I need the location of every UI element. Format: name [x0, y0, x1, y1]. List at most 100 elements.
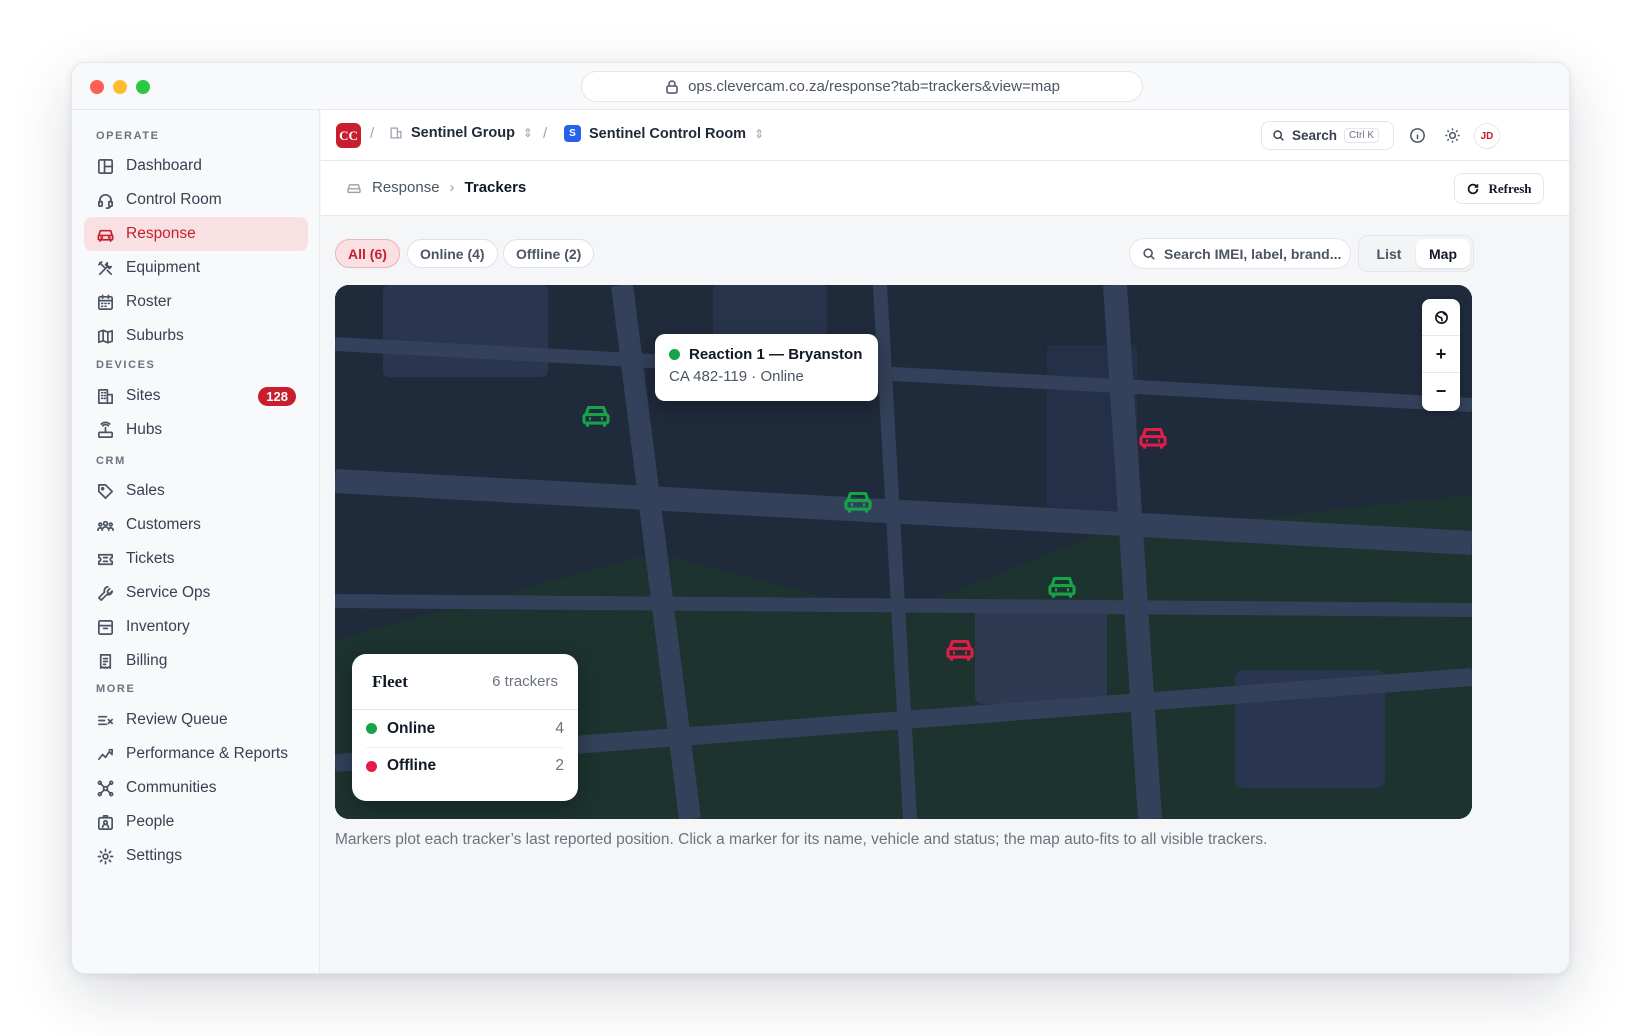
chevron-updown-icon: ⇕: [522, 126, 533, 140]
search-icon: [1143, 247, 1155, 260]
users-icon: [97, 520, 114, 531]
tracker-marker-online[interactable]: [1045, 570, 1079, 604]
tracker-marker-offline[interactable]: [1136, 421, 1170, 455]
search-label: Search: [1292, 128, 1338, 143]
sidebar-item-label: Equipment: [126, 259, 201, 276]
gear-icon: [97, 848, 114, 864]
popup-subtitle: CA 482-119 · Online: [669, 368, 804, 385]
sidebar-item-review-queue[interactable]: Review Queue: [84, 703, 308, 737]
zoom-in-button[interactable]: +: [1422, 336, 1460, 373]
ticket-icon: [97, 553, 114, 565]
search-shortcut: Ctrl K: [1344, 128, 1380, 143]
page-title: Trackers: [464, 179, 527, 196]
sidebar-item-label: Hubs: [126, 421, 163, 438]
close-window-button[interactable]: [90, 80, 104, 94]
sidebar-item-tickets[interactable]: Tickets: [84, 542, 308, 576]
minimize-window-button[interactable]: [113, 80, 127, 94]
sidebar-item-sales[interactable]: Sales: [84, 474, 308, 508]
view-toggle: List Map: [1358, 235, 1474, 272]
fleet-row-value: 2: [555, 757, 564, 774]
filter-chip-all[interactable]: All (6): [335, 239, 400, 268]
sidebar-item-settings[interactable]: Settings: [84, 839, 308, 873]
sidebar-item-communities[interactable]: Communities: [84, 771, 308, 805]
workspace-badge: S: [564, 125, 581, 142]
org-switcher[interactable]: Sentinel Group ⇕: [389, 125, 533, 141]
sidebar-item-equipment[interactable]: Equipment: [84, 251, 308, 285]
fleet-summary-card: Fleet 6 trackers Online 4 Offline 2: [352, 654, 578, 801]
address-bar[interactable]: ops.clevercam.co.za/response?tab=tracker…: [581, 71, 1143, 102]
car-icon: [347, 183, 361, 193]
router-icon: [97, 421, 114, 438]
sidebar-item-response[interactable]: Response: [84, 217, 308, 251]
breadcrumb-response[interactable]: Response: [372, 179, 440, 196]
view-map-button[interactable]: Map: [1416, 239, 1470, 268]
sidebar-item-label: Tickets: [126, 550, 175, 567]
sidebar-item-label: Review Queue: [126, 711, 228, 728]
sidebar-item-billing[interactable]: Billing: [84, 644, 308, 678]
map-controls: + −: [1422, 299, 1460, 411]
lock-icon: [666, 79, 678, 94]
refresh-label: Refresh: [1488, 180, 1532, 196]
tracker-marker-online[interactable]: [579, 399, 613, 433]
sidebar-item-inventory[interactable]: Inventory: [84, 610, 308, 644]
chevron-right-icon: ›: [449, 179, 455, 196]
global-search-button[interactable]: Search Ctrl K: [1261, 121, 1394, 150]
view-list-button[interactable]: List: [1362, 239, 1416, 268]
offline-status-dot: [366, 760, 377, 772]
workspace-switcher[interactable]: S Sentinel Control Room ⇕: [564, 125, 764, 142]
filter-chip-offline[interactable]: Offline (2): [503, 239, 595, 268]
trend-icon: [97, 748, 114, 760]
info-icon[interactable]: [1408, 126, 1427, 145]
layout-icon: [97, 158, 114, 174]
globe-icon[interactable]: [1422, 299, 1460, 336]
refresh-button[interactable]: Refresh: [1454, 173, 1544, 204]
wrench-icon: [97, 585, 114, 601]
sidebar-section-devices: DEVICES: [96, 359, 156, 371]
zoom-out-button[interactable]: −: [1422, 373, 1460, 410]
user-avatar[interactable]: JD: [1474, 123, 1500, 149]
sidebar-item-sites[interactable]: Sites 128: [84, 379, 308, 413]
sidebar-item-hubs[interactable]: Hubs: [84, 413, 308, 447]
online-status-dot: [669, 349, 680, 360]
headset-icon: [97, 193, 114, 209]
fleet-row-value: 4: [555, 719, 564, 737]
org-name: Sentinel Group: [411, 125, 515, 141]
sidebar-item-people[interactable]: People: [84, 805, 308, 839]
tools-icon: [97, 260, 113, 275]
sidebar-item-dashboard[interactable]: Dashboard: [84, 149, 308, 183]
tracker-popup: Reaction 1 — Bryanston CA 482-119 · Onli…: [655, 334, 878, 401]
sidebar-item-label: People: [126, 813, 175, 830]
sidebar-section-operate: OPERATE: [96, 130, 160, 142]
tracker-marker-offline[interactable]: [943, 633, 977, 667]
fleet-row-label: Online: [387, 719, 436, 737]
tracker-map[interactable]: Reaction 1 — Bryanston CA 482-119 · Onli…: [335, 285, 1472, 819]
sidebar-item-suburbs[interactable]: Suburbs: [84, 319, 308, 353]
sidebar-item-customers[interactable]: Customers: [84, 508, 308, 542]
network-icon: [97, 780, 114, 796]
fleet-row-label: Offline: [387, 757, 437, 774]
sidebar-item-performance-reports[interactable]: Performance & Reports: [84, 737, 308, 771]
breadcrumb-separator: /: [370, 125, 375, 142]
map-icon: [97, 328, 114, 344]
sidebar-item-label: Dashboard: [126, 157, 202, 174]
tracker-marker-online[interactable]: [841, 485, 875, 519]
url-text: ops.clevercam.co.za/response?tab=tracker…: [688, 78, 1060, 95]
sidebar-item-label: Customers: [126, 516, 201, 533]
filter-chip-online[interactable]: Online (4): [407, 239, 498, 268]
building-icon: [390, 127, 402, 139]
theme-sun-icon[interactable]: [1443, 126, 1462, 145]
sidebar-item-service-ops[interactable]: Service Ops: [84, 576, 308, 610]
building-icon: [97, 388, 114, 404]
fleet-row-offline: Offline 2: [366, 747, 564, 784]
sidebar-item-control-room[interactable]: Control Room: [84, 183, 308, 217]
fleet-row-online: Online 4: [366, 710, 564, 747]
maximize-window-button[interactable]: [136, 80, 150, 94]
sidebar-item-label: Suburbs: [126, 327, 184, 344]
search-placeholder: Search IMEI, label, brand...: [1164, 245, 1342, 262]
sidebar-item-roster[interactable]: Roster: [84, 285, 308, 319]
breadcrumb: Response › Trackers: [346, 179, 526, 196]
refresh-icon: [1468, 183, 1479, 194]
tracker-search-input[interactable]: Search IMEI, label, brand...: [1129, 238, 1351, 269]
page-header: Response › Trackers Refresh: [321, 161, 1569, 216]
app-logo[interactable]: CC: [336, 123, 361, 148]
